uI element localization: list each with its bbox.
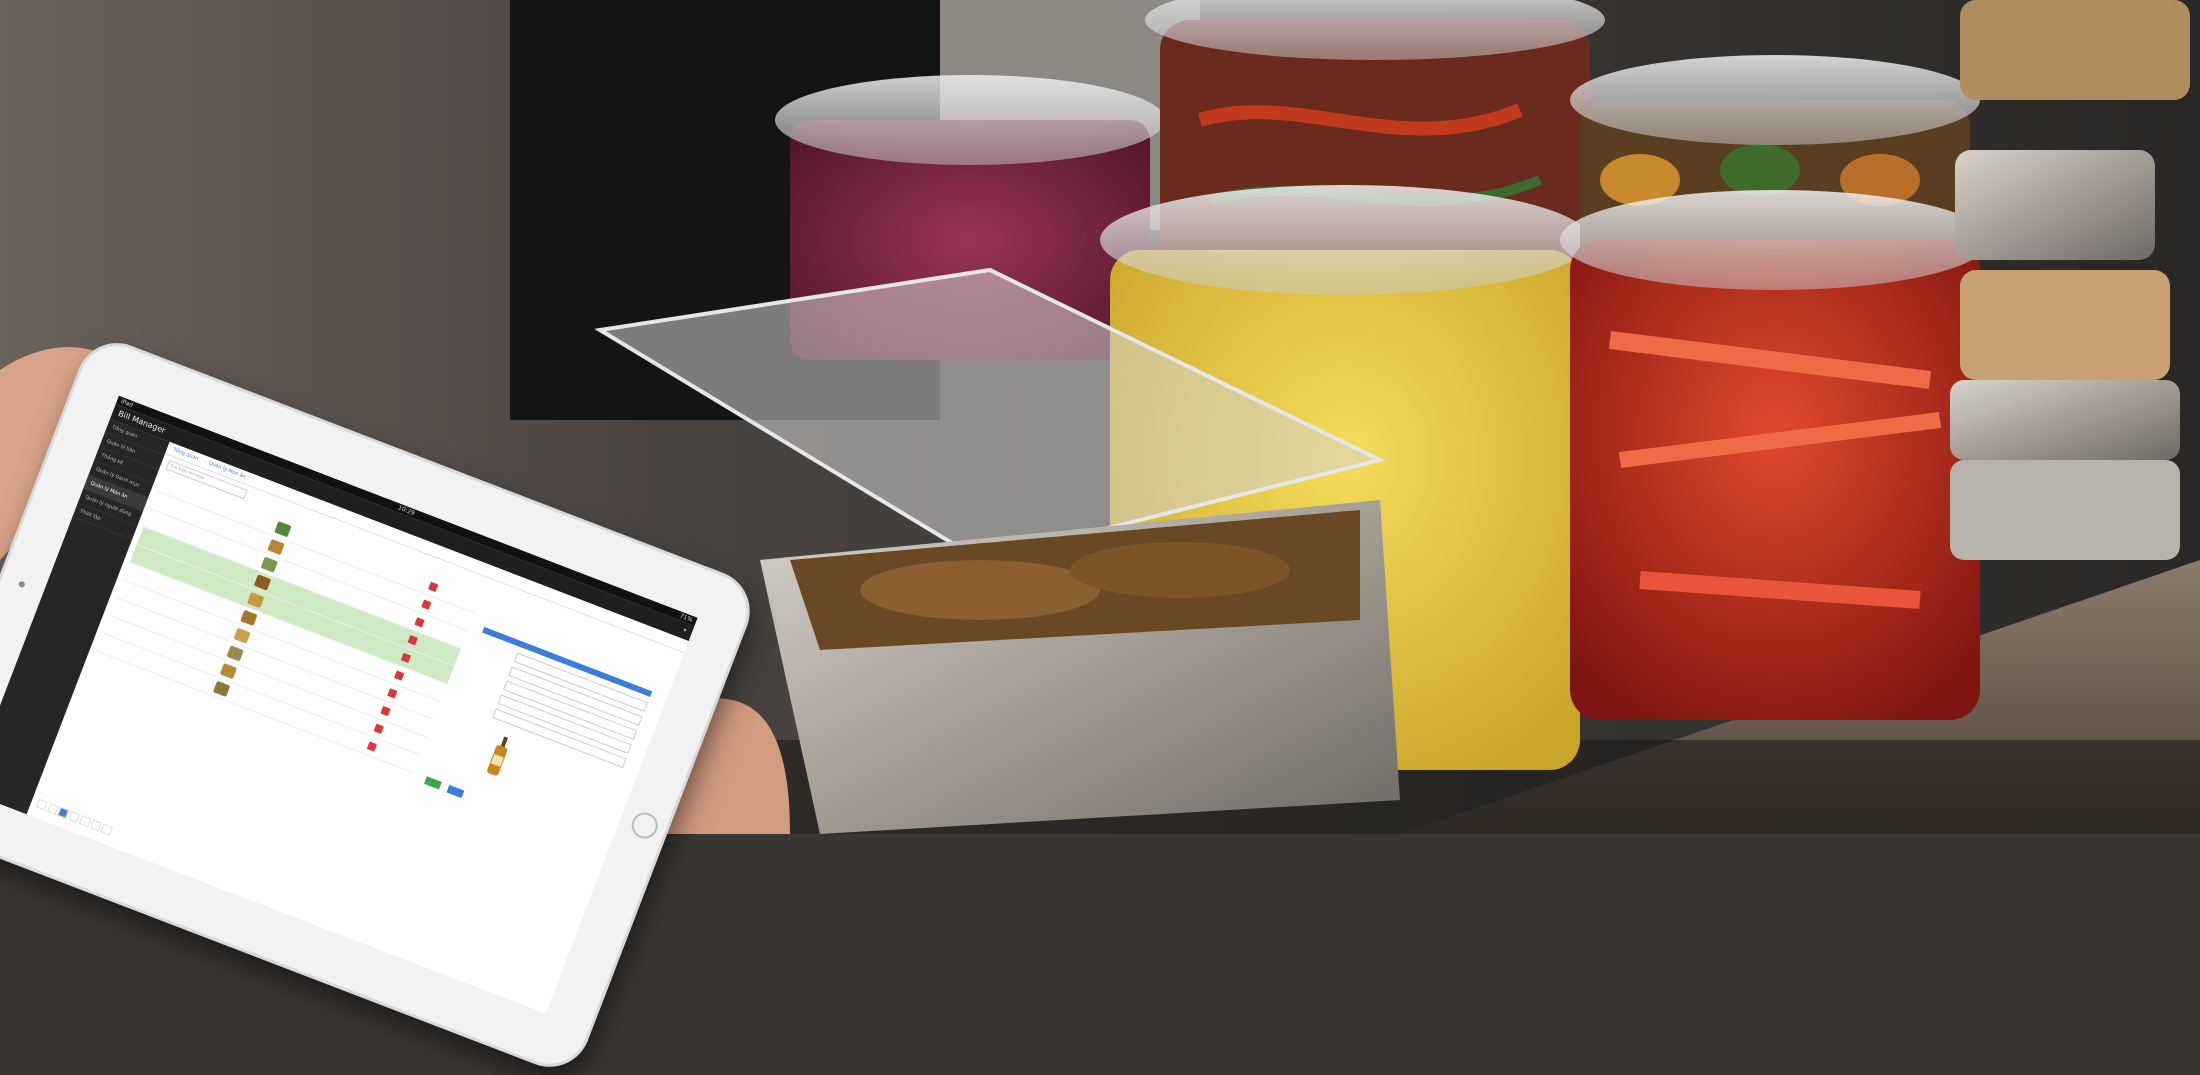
- form-buttons: [423, 770, 598, 852]
- delete-icon[interactable]: [366, 741, 378, 752]
- page-prev[interactable]: [35, 798, 48, 811]
- dish-thumbnail: [246, 592, 265, 609]
- page-link[interactable]: [79, 815, 91, 828]
- dish-thumbnail: [212, 680, 231, 697]
- dish-thumbnail: [267, 538, 285, 556]
- foil-stack: [1950, 0, 2190, 560]
- delete-icon[interactable]: [380, 705, 391, 717]
- cancel-button[interactable]: [446, 784, 465, 799]
- dish-thumbnail: [226, 645, 244, 662]
- dish-thumbnail: [260, 556, 278, 573]
- save-button[interactable]: [424, 776, 442, 790]
- pickle-container: [1560, 190, 1990, 720]
- dish-thumbnail: [240, 609, 258, 627]
- delete-icon[interactable]: [421, 599, 432, 610]
- delete-icon[interactable]: [387, 688, 398, 699]
- page-link[interactable]: [89, 819, 102, 832]
- delete-icon[interactable]: [393, 670, 405, 681]
- delete-icon[interactable]: [400, 652, 412, 664]
- dish-thumbnail: [219, 663, 238, 680]
- dish-thumbnail: [274, 521, 292, 538]
- delete-icon[interactable]: [373, 723, 384, 734]
- dish-thumbnail: [253, 574, 272, 591]
- page-prev[interactable]: [46, 802, 59, 815]
- page-current[interactable]: [57, 807, 70, 819]
- delete-icon[interactable]: [414, 617, 425, 628]
- dish-thumbnail: [233, 627, 251, 644]
- page-link[interactable]: [68, 811, 81, 823]
- delete-icon[interactable]: [407, 634, 418, 646]
- delete-icon[interactable]: [428, 581, 439, 593]
- bottle-image: [487, 736, 509, 776]
- edit-form: [423, 626, 653, 852]
